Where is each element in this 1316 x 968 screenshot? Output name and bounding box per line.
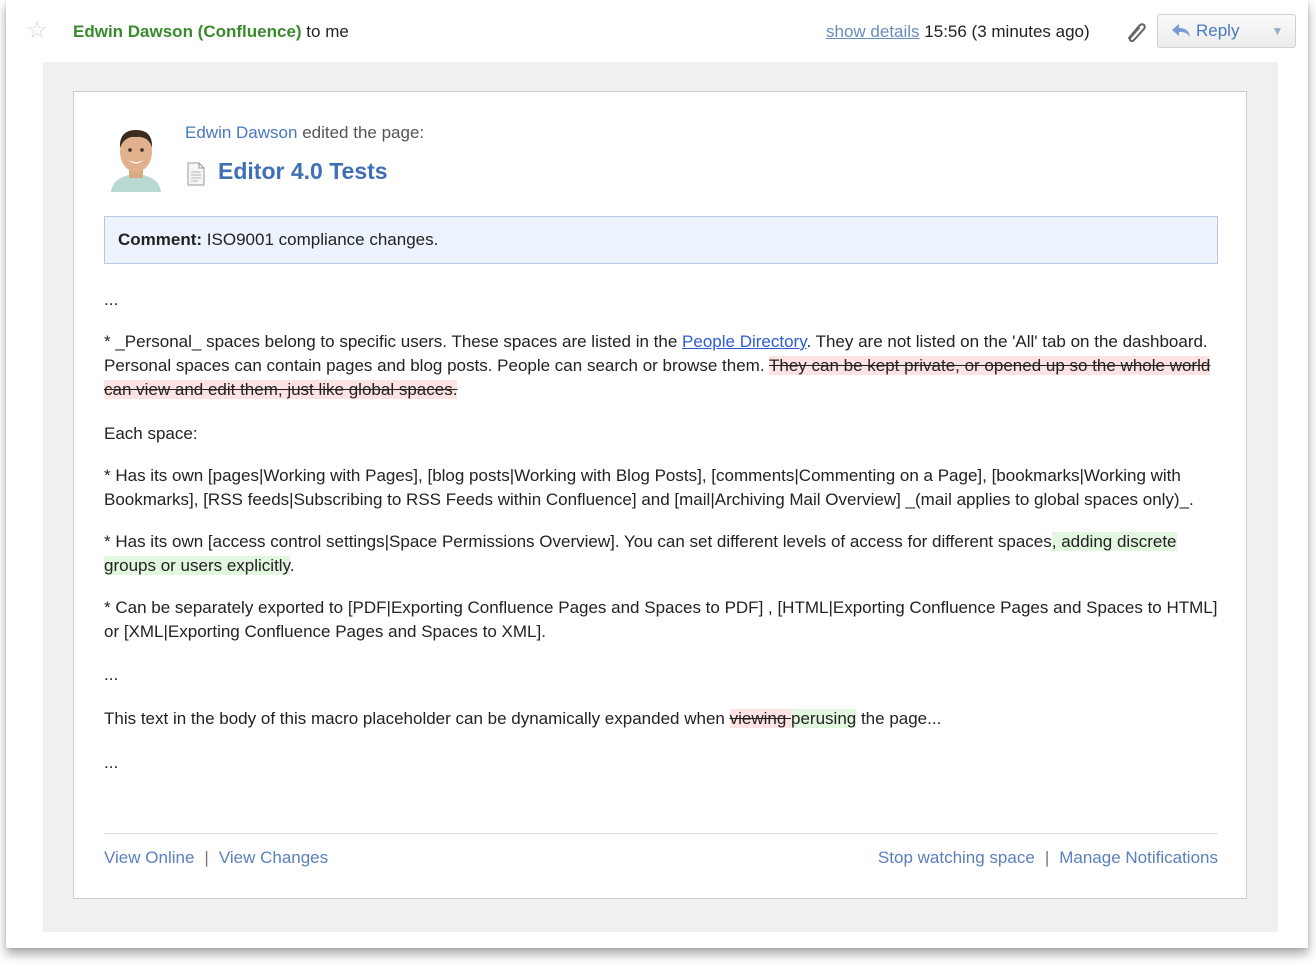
- avatar: [107, 122, 165, 192]
- paragraph-text: .: [289, 556, 295, 575]
- ellipsis-middle: ...: [104, 665, 119, 684]
- footer-separator: |: [1044, 848, 1050, 867]
- change-diff-body: ... * _Personal_ spaces belong to specif…: [104, 288, 1218, 775]
- paperclip-icon: [1128, 23, 1146, 43]
- ellipsis-top: ...: [104, 290, 119, 309]
- star-icon[interactable]: ☆: [24, 18, 50, 44]
- editor-name-link[interactable]: Edwin Dawson: [185, 123, 297, 142]
- deleted-text: viewing: [729, 709, 792, 728]
- show-details-link[interactable]: show details: [826, 22, 920, 41]
- reply-label: Reply: [1196, 21, 1240, 40]
- comment-text: ISO9001 compliance changes.: [206, 230, 439, 249]
- recipient-text: to me: [306, 22, 349, 41]
- paragraph-personal-spaces: * _Personal_ spaces belong to specific u…: [104, 330, 1218, 402]
- email-header: ☆ Edwin Dawson (Confluence) to me show d…: [6, 0, 1308, 62]
- stop-watching-link[interactable]: Stop watching space: [878, 848, 1035, 867]
- more-actions-button[interactable]: ▼: [1260, 14, 1296, 48]
- footer-separator: |: [204, 848, 209, 867]
- editor-line: Edwin Dawson edited the page:: [185, 123, 424, 143]
- paragraph-text: This text in the body of this macro plac…: [104, 709, 730, 728]
- view-online-link[interactable]: View Online: [104, 848, 194, 867]
- message-meta: show details 15:56 (3 minutes ago): [826, 22, 1090, 42]
- paragraph-text: the page...: [856, 709, 942, 728]
- paragraph-access-control: * Has its own [access control settings|S…: [104, 530, 1218, 578]
- paragraph-macro-placeholder: This text in the body of this macro plac…: [104, 707, 1218, 731]
- comment-label: Comment:: [118, 230, 203, 249]
- page-title-link[interactable]: Editor 4.0 Tests: [218, 158, 388, 185]
- paragraph-text: * Has its own [access control settings|S…: [104, 532, 1052, 551]
- sender-line: Edwin Dawson (Confluence) to me: [73, 22, 349, 42]
- reply-arrow-icon: [1172, 24, 1190, 37]
- chevron-down-icon: ▼: [1271, 24, 1284, 38]
- each-space-heading: Each space:: [104, 424, 198, 443]
- people-directory-link[interactable]: People Directory: [682, 332, 806, 351]
- footer-right-links: Stop watching space | Manage Notifications: [878, 848, 1218, 868]
- footer-divider: [104, 833, 1218, 834]
- paragraph-has-own-pages: * Has its own [pages|Working with Pages]…: [104, 466, 1194, 509]
- page-icon: [187, 162, 205, 186]
- message-container: Edwin Dawson edited the page: Editor 4.0…: [43, 62, 1278, 932]
- ellipsis-bottom: ...: [104, 753, 119, 772]
- footer-left-links: View Online | View Changes: [104, 848, 328, 868]
- email-window: ☆ Edwin Dawson (Confluence) to me show d…: [6, 0, 1308, 948]
- sender-name[interactable]: Edwin Dawson (Confluence): [73, 22, 302, 41]
- reply-button[interactable]: Reply: [1157, 14, 1261, 48]
- manage-notifications-link[interactable]: Manage Notifications: [1059, 848, 1218, 867]
- inserted-text: perusing: [791, 709, 857, 728]
- comment-box: Comment: ISO9001 compliance changes.: [104, 216, 1218, 264]
- timestamp: 15:56 (3 minutes ago): [924, 22, 1090, 41]
- view-changes-link[interactable]: View Changes: [219, 848, 328, 867]
- paragraph-text: * _Personal_ spaces belong to specific u…: [104, 332, 683, 351]
- edit-action-text: edited the page:: [302, 123, 425, 142]
- paragraph-export: * Can be separately exported to [PDF|Exp…: [104, 598, 1218, 641]
- notification-card: Edwin Dawson edited the page: Editor 4.0…: [73, 91, 1247, 899]
